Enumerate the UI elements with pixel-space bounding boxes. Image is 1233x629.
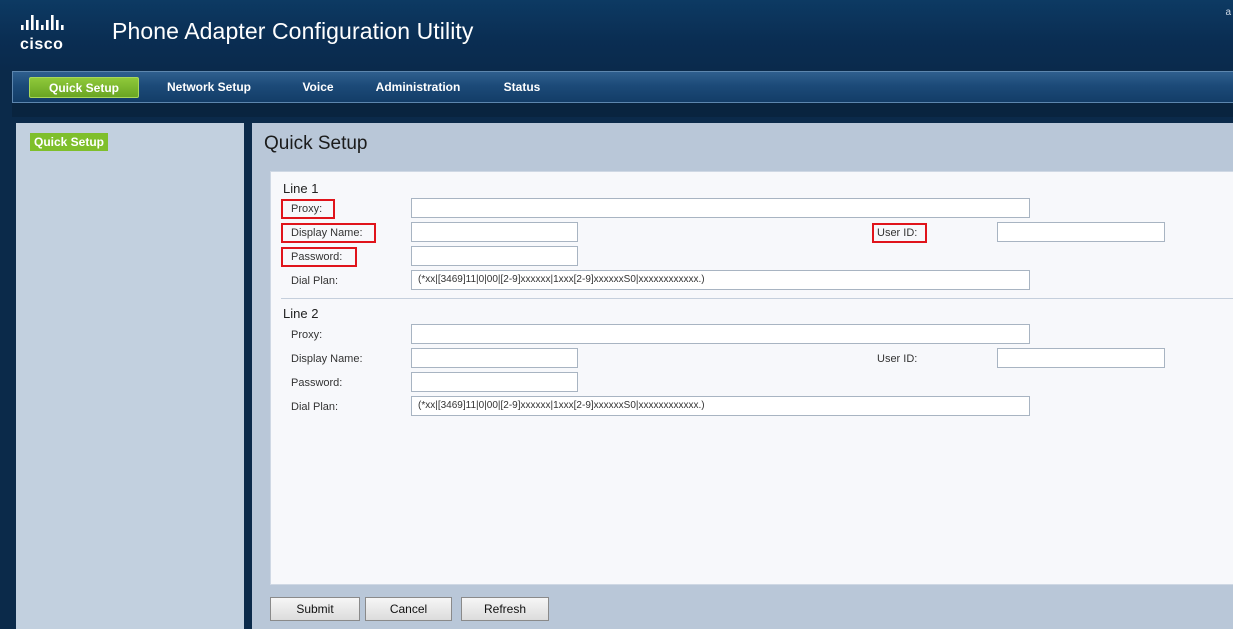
line1-proxy-input[interactable] — [411, 198, 1030, 218]
cancel-button[interactable]: Cancel — [365, 597, 452, 621]
line1-title: Line 1 — [283, 181, 318, 196]
sidebar-separator — [244, 123, 252, 629]
page-title: Quick Setup — [264, 133, 368, 155]
tab-network-setup[interactable]: Network Setup — [159, 77, 259, 98]
line1-display-name-highlight — [281, 223, 376, 243]
sidebar: Quick Setup — [16, 123, 244, 629]
line2-display-name-input[interactable] — [411, 348, 578, 368]
line2-display-name-label: Display Name: — [291, 353, 363, 365]
corner-text: a — [1225, 7, 1231, 18]
main-content: Quick Setup Line 1 Proxy: Display Name: … — [252, 123, 1233, 629]
line1-password-input[interactable] — [411, 246, 578, 266]
line2-proxy-input[interactable] — [411, 324, 1030, 344]
line1-dial-plan-input[interactable]: (*xx|[3469]11|0|00|[2-9]xxxxxx|1xxx[2-9]… — [411, 270, 1030, 290]
line2-user-id-label: User ID: — [877, 353, 917, 365]
nav-divider — [12, 103, 1233, 117]
tab-status[interactable]: Status — [497, 77, 547, 98]
app-title: Phone Adapter Configuration Utility — [112, 18, 474, 45]
line2-dial-plan-label: Dial Plan: — [291, 401, 338, 413]
line2-dial-plan-input[interactable]: (*xx|[3469]11|0|00|[2-9]xxxxxx|1xxx[2-9]… — [411, 396, 1030, 416]
line1-password-highlight — [281, 247, 357, 267]
line1-dial-plan-label: Dial Plan: — [291, 275, 338, 287]
main-nav: Quick Setup Network Setup Voice Administ… — [12, 71, 1233, 103]
tab-administration[interactable]: Administration — [369, 77, 467, 98]
tab-voice[interactable]: Voice — [293, 77, 343, 98]
line1-user-id-highlight — [872, 223, 927, 243]
sidebar-item-quick-setup[interactable]: Quick Setup — [30, 133, 108, 151]
line1-proxy-highlight — [281, 199, 335, 219]
line2-proxy-label: Proxy: — [291, 329, 322, 341]
line2-password-label: Password: — [291, 377, 342, 389]
header: cisco Phone Adapter Configuration Utilit… — [0, 0, 1233, 70]
app-window: cisco Phone Adapter Configuration Utilit… — [0, 0, 1233, 629]
line2-title: Line 2 — [283, 306, 318, 321]
tab-quick-setup[interactable]: Quick Setup — [29, 77, 139, 98]
cisco-logo-wordmark: cisco — [20, 36, 63, 52]
line1-display-name-input[interactable] — [411, 222, 578, 242]
cisco-logo: cisco — [20, 14, 82, 52]
submit-button[interactable]: Submit — [270, 597, 360, 621]
refresh-button[interactable]: Refresh — [461, 597, 549, 621]
line2-user-id-input[interactable] — [997, 348, 1165, 368]
form-panel: Line 1 Proxy: Display Name: User ID: Pas… — [270, 171, 1233, 585]
line2-password-input[interactable] — [411, 372, 578, 392]
section-divider — [281, 298, 1233, 299]
line1-user-id-input[interactable] — [997, 222, 1165, 242]
